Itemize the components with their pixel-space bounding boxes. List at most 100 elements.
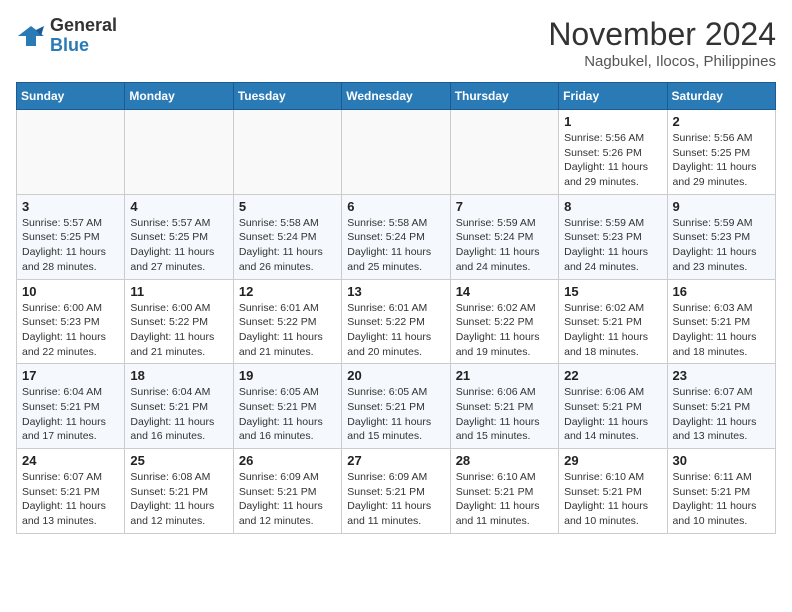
calendar-cell: 11Sunrise: 6:00 AM Sunset: 5:22 PM Dayli…	[125, 279, 233, 364]
calendar-cell: 26 Sunrise: 6:09 AM Sunset: 5:21 PM Dayli…	[233, 449, 341, 534]
day-info: Sunrise: 6:07 AM Sunset: 5:21 PM Dayligh…	[22, 470, 119, 529]
day-info: Sunrise: 6:05 AM Sunset: 5:21 PM Dayligh…	[347, 385, 444, 444]
calendar-cell: 28 Sunrise: 6:10 AM Sunset: 5:21 PM Dayli…	[450, 449, 558, 534]
day-number: 23	[673, 368, 770, 383]
day-number: 20	[347, 368, 444, 383]
calendar-cell: 2 Sunrise: 5:56 AM Sunset: 5:25 PM Daylig…	[667, 110, 775, 195]
day-info: Sunrise: 6:04 AM Sunset: 5:21 PM Dayligh…	[22, 385, 119, 444]
weekday-header-sunday: Sunday	[17, 83, 125, 110]
calendar-cell: 17 Sunrise: 6:04 AM Sunset: 5:21 PM Dayli…	[17, 364, 125, 449]
calendar-cell: 20 Sunrise: 6:05 AM Sunset: 5:21 PM Dayli…	[342, 364, 450, 449]
day-info: Sunrise: 6:03 AM Sunset: 5:21 PM Dayligh…	[673, 301, 770, 360]
day-info: Sunrise: 5:56 AM Sunset: 5:26 PM Dayligh…	[564, 131, 661, 190]
calendar-cell: 30Sunrise: 6:11 AM Sunset: 5:21 PM Dayli…	[667, 449, 775, 534]
logo: General Blue	[16, 16, 117, 56]
calendar-cell: 22 Sunrise: 6:06 AM Sunset: 5:21 PM Dayli…	[559, 364, 667, 449]
day-number: 24	[22, 453, 119, 468]
day-info: Sunrise: 6:01 AM Sunset: 5:22 PM Dayligh…	[347, 301, 444, 360]
weekday-header-thursday: Thursday	[450, 83, 558, 110]
day-number: 1	[564, 114, 661, 129]
day-info: Sunrise: 6:00 AM Sunset: 5:23 PM Dayligh…	[22, 301, 119, 360]
day-number: 15	[564, 284, 661, 299]
day-info: Sunrise: 6:10 AM Sunset: 5:21 PM Dayligh…	[456, 470, 553, 529]
day-number: 22	[564, 368, 661, 383]
day-number: 26	[239, 453, 336, 468]
calendar-cell	[125, 110, 233, 195]
weekday-header-friday: Friday	[559, 83, 667, 110]
day-number: 2	[673, 114, 770, 129]
logo-text: General Blue	[50, 16, 117, 56]
calendar-cell: 8 Sunrise: 5:59 AM Sunset: 5:23 PM Daylig…	[559, 194, 667, 279]
calendar-week-row: 10 Sunrise: 6:00 AM Sunset: 5:23 PM Dayli…	[17, 279, 776, 364]
calendar-week-row: 3 Sunrise: 5:57 AM Sunset: 5:25 PM Daylig…	[17, 194, 776, 279]
day-info: Sunrise: 6:06 AM Sunset: 5:21 PM Dayligh…	[564, 385, 661, 444]
calendar-cell: 1 Sunrise: 5:56 AM Sunset: 5:26 PM Daylig…	[559, 110, 667, 195]
day-info: Sunrise: 5:59 AM Sunset: 5:23 PM Dayligh…	[564, 216, 661, 275]
calendar-cell: 6 Sunrise: 5:58 AM Sunset: 5:24 PM Daylig…	[342, 194, 450, 279]
calendar-cell: 12Sunrise: 6:01 AM Sunset: 5:22 PM Dayli…	[233, 279, 341, 364]
calendar-week-row: 24 Sunrise: 6:07 AM Sunset: 5:21 PM Dayli…	[17, 449, 776, 534]
calendar-cell: 15Sunrise: 6:02 AM Sunset: 5:21 PM Dayli…	[559, 279, 667, 364]
day-number: 3	[22, 199, 119, 214]
day-number: 5	[239, 199, 336, 214]
day-info: Sunrise: 5:58 AM Sunset: 5:24 PM Dayligh…	[239, 216, 336, 275]
calendar-cell: 5 Sunrise: 5:58 AM Sunset: 5:24 PM Daylig…	[233, 194, 341, 279]
calendar-cell: 25Sunrise: 6:08 AM Sunset: 5:21 PM Dayli…	[125, 449, 233, 534]
day-number: 27	[347, 453, 444, 468]
title-section: November 2024 Nagbukel, Ilocos, Philippi…	[548, 16, 776, 70]
logo-general-text: General	[50, 16, 117, 36]
calendar-cell	[342, 110, 450, 195]
calendar-cell: 19 Sunrise: 6:05 AM Sunset: 5:21 PM Dayli…	[233, 364, 341, 449]
day-number: 10	[22, 284, 119, 299]
day-info: Sunrise: 5:56 AM Sunset: 5:25 PM Dayligh…	[673, 131, 770, 190]
day-number: 28	[456, 453, 553, 468]
day-number: 19	[239, 368, 336, 383]
calendar-cell: 3 Sunrise: 5:57 AM Sunset: 5:25 PM Daylig…	[17, 194, 125, 279]
location-text: Nagbukel, Ilocos, Philippines	[548, 53, 776, 70]
day-info: Sunrise: 6:08 AM Sunset: 5:21 PM Dayligh…	[130, 470, 227, 529]
calendar-cell: 29 Sunrise: 6:10 AM Sunset: 5:21 PM Dayli…	[559, 449, 667, 534]
calendar-cell	[450, 110, 558, 195]
day-info: Sunrise: 5:57 AM Sunset: 5:25 PM Dayligh…	[22, 216, 119, 275]
day-number: 13	[347, 284, 444, 299]
day-info: Sunrise: 6:02 AM Sunset: 5:22 PM Dayligh…	[456, 301, 553, 360]
day-info: Sunrise: 6:00 AM Sunset: 5:22 PM Dayligh…	[130, 301, 227, 360]
calendar-cell: 27 Sunrise: 6:09 AM Sunset: 5:21 PM Dayli…	[342, 449, 450, 534]
day-info: Sunrise: 6:09 AM Sunset: 5:21 PM Dayligh…	[239, 470, 336, 529]
calendar-cell: 9Sunrise: 5:59 AM Sunset: 5:23 PM Daylig…	[667, 194, 775, 279]
weekday-header-wednesday: Wednesday	[342, 83, 450, 110]
page-header: General Blue November 2024 Nagbukel, Ilo…	[16, 16, 776, 70]
day-number: 29	[564, 453, 661, 468]
calendar-cell	[17, 110, 125, 195]
weekday-header-row: SundayMondayTuesdayWednesdayThursdayFrid…	[17, 83, 776, 110]
day-info: Sunrise: 6:10 AM Sunset: 5:21 PM Dayligh…	[564, 470, 661, 529]
calendar-cell: 14Sunrise: 6:02 AM Sunset: 5:22 PM Dayli…	[450, 279, 558, 364]
day-info: Sunrise: 5:57 AM Sunset: 5:25 PM Dayligh…	[130, 216, 227, 275]
day-info: Sunrise: 5:59 AM Sunset: 5:23 PM Dayligh…	[673, 216, 770, 275]
day-info: Sunrise: 6:06 AM Sunset: 5:21 PM Dayligh…	[456, 385, 553, 444]
logo-blue-text: Blue	[50, 36, 117, 56]
calendar-cell: 16 Sunrise: 6:03 AM Sunset: 5:21 PM Dayli…	[667, 279, 775, 364]
day-number: 21	[456, 368, 553, 383]
calendar-week-row: 17 Sunrise: 6:04 AM Sunset: 5:21 PM Dayli…	[17, 364, 776, 449]
day-info: Sunrise: 6:05 AM Sunset: 5:21 PM Dayligh…	[239, 385, 336, 444]
day-info: Sunrise: 5:59 AM Sunset: 5:24 PM Dayligh…	[456, 216, 553, 275]
day-number: 6	[347, 199, 444, 214]
logo-bird-icon	[16, 22, 46, 50]
calendar-cell: 13 Sunrise: 6:01 AM Sunset: 5:22 PM Dayli…	[342, 279, 450, 364]
day-number: 30	[673, 453, 770, 468]
day-number: 17	[22, 368, 119, 383]
day-info: Sunrise: 6:09 AM Sunset: 5:21 PM Dayligh…	[347, 470, 444, 529]
day-number: 4	[130, 199, 227, 214]
day-number: 7	[456, 199, 553, 214]
day-info: Sunrise: 6:04 AM Sunset: 5:21 PM Dayligh…	[130, 385, 227, 444]
calendar-cell	[233, 110, 341, 195]
calendar-cell: 24 Sunrise: 6:07 AM Sunset: 5:21 PM Dayli…	[17, 449, 125, 534]
calendar-cell: 23Sunrise: 6:07 AM Sunset: 5:21 PM Dayli…	[667, 364, 775, 449]
weekday-header-saturday: Saturday	[667, 83, 775, 110]
month-title: November 2024	[548, 16, 776, 53]
day-number: 16	[673, 284, 770, 299]
day-info: Sunrise: 5:58 AM Sunset: 5:24 PM Dayligh…	[347, 216, 444, 275]
calendar-cell: 4 Sunrise: 5:57 AM Sunset: 5:25 PM Daylig…	[125, 194, 233, 279]
day-number: 8	[564, 199, 661, 214]
